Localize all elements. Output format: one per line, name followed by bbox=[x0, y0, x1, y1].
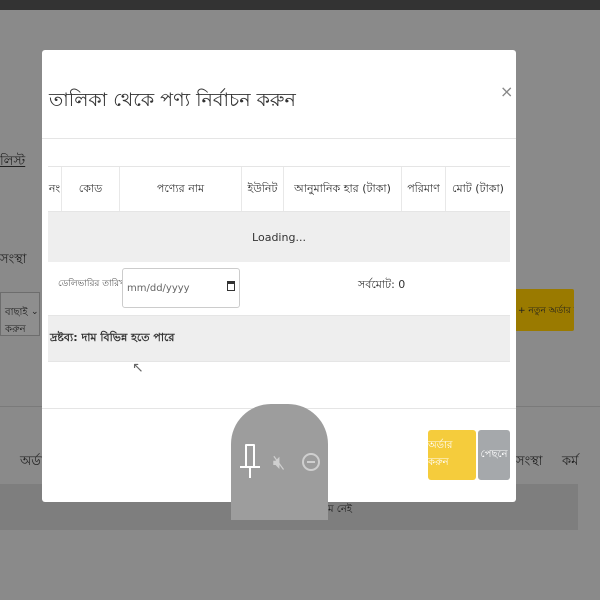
delivery-date-label: ডেলিভারির তারিখ* bbox=[58, 276, 130, 291]
minus-circle-shape bbox=[302, 453, 320, 471]
modal-header-divider bbox=[42, 138, 516, 139]
floating-control-panel: 🔇︎ bbox=[231, 404, 328, 520]
column-header-code: কোড bbox=[62, 167, 120, 211]
column-header-unit: ইউনিট bbox=[242, 167, 284, 211]
mouse-cursor-icon: ↖ bbox=[132, 360, 144, 376]
mute-icon[interactable]: 🔇︎ bbox=[269, 444, 289, 480]
table-header: নং কোড পণ্যের নাম ইউনিট আনুমানিক হার (টা… bbox=[48, 166, 510, 212]
delivery-date-row: ডেলিভারির তারিখ* mm/dd/yyyy সর্বমোট: 0 bbox=[48, 262, 510, 316]
column-header-rate: আনুমানিক হার (টাকা) bbox=[284, 167, 402, 211]
background-column-action: কর্ম bbox=[562, 454, 579, 469]
minus-circle-icon[interactable] bbox=[301, 444, 321, 480]
close-icon[interactable]: × bbox=[500, 82, 513, 101]
pin-head bbox=[245, 444, 255, 468]
price-note: দ্রষ্টব্য: দাম বিভিন্ন হতে পারে bbox=[48, 316, 510, 362]
delivery-date-input[interactable]: mm/dd/yyyy bbox=[122, 268, 240, 308]
background-list-link[interactable]: লিস্ট bbox=[0, 152, 25, 173]
column-header-product-name: পণ্যের নাম bbox=[120, 167, 242, 211]
background-column-org: সংস্থা bbox=[516, 454, 543, 469]
top-bar bbox=[0, 0, 600, 10]
back-button[interactable]: পেছনে bbox=[478, 430, 510, 480]
background-select-value: বাছাই করুন bbox=[5, 307, 28, 335]
modal-title: তালিকা থেকে পণ্য নির্বাচন করুন bbox=[49, 89, 296, 111]
loading-row: Loading... bbox=[48, 212, 510, 262]
grand-total: সর্বমোট: 0 bbox=[358, 278, 406, 291]
pin-icon[interactable] bbox=[240, 444, 260, 480]
product-table: নং কোড পণ্যের নাম ইউনিট আনুমানিক হার (টা… bbox=[48, 166, 510, 362]
column-header-serial: নং bbox=[48, 167, 62, 211]
calendar-icon[interactable] bbox=[227, 281, 235, 291]
pin-stem bbox=[249, 468, 251, 478]
order-button[interactable]: অর্ডার করুন bbox=[428, 430, 476, 480]
background-org-label: সংস্থা bbox=[0, 252, 27, 267]
date-placeholder: mm/dd/yyyy bbox=[127, 283, 190, 294]
delivery-date-text: ডেলিভারির তারিখ bbox=[58, 279, 126, 289]
chevron-down-icon: ⌄ bbox=[31, 307, 39, 317]
column-header-total: মোট (টাকা) bbox=[452, 181, 504, 195]
column-header-quantity: পরিমাণ bbox=[402, 167, 446, 211]
mute-glyph: 🔇︎ bbox=[272, 450, 286, 474]
new-order-button[interactable]: + নতুন অর্ডার করুন bbox=[514, 289, 574, 331]
background-org-select[interactable]: বাছাই করুন ⌄ bbox=[0, 292, 40, 336]
